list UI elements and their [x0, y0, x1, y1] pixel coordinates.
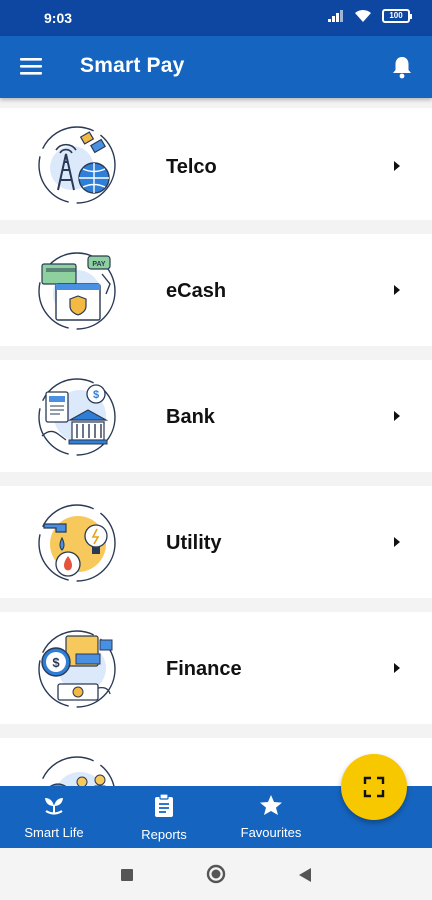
wifi-icon — [355, 9, 371, 22]
scan-button[interactable] — [341, 754, 407, 820]
pay-badge-text: PAY — [92, 261, 106, 268]
chevron-right-icon — [394, 411, 400, 421]
category-telco[interactable]: Telco — [0, 108, 432, 220]
nav-smart-life[interactable]: Smart Life — [22, 794, 86, 840]
utility-services-icon — [38, 504, 116, 582]
scan-icon — [363, 776, 385, 798]
category-label: Bank — [166, 406, 215, 428]
circle-icon — [206, 864, 226, 884]
chevron-right-icon — [394, 663, 400, 673]
svg-text:$: $ — [93, 389, 99, 401]
status-time: 9:03 — [44, 10, 73, 26]
signal-icon — [328, 10, 343, 22]
page-title: Smart Pay — [80, 54, 185, 77]
square-icon — [121, 869, 133, 881]
chevron-right-icon — [394, 285, 400, 295]
insurance-family-icon — [39, 756, 115, 786]
chevron-right-icon — [394, 161, 400, 171]
clipboard-icon — [155, 793, 173, 817]
menu-button[interactable] — [16, 53, 46, 81]
category-bank[interactable]: $ Bank — [0, 360, 432, 472]
recents-button[interactable] — [120, 868, 134, 887]
status-icons: 100 — [328, 9, 412, 23]
app-bar: Smart Pay — [0, 36, 432, 98]
category-utility[interactable]: Utility — [0, 486, 432, 598]
category-finance[interactable]: $ Finance — [0, 612, 432, 724]
nav-label: Smart Life — [24, 825, 84, 840]
svg-text:$: $ — [52, 655, 60, 670]
bank-building-icon: $ — [38, 378, 116, 456]
finance-money-icon: $ — [38, 630, 116, 708]
star-icon — [260, 795, 282, 815]
category-label: Finance — [166, 658, 242, 680]
category-list: Telco PAY eCash $ Bank Utility $ Finance — [0, 98, 432, 786]
triangle-back-icon — [299, 868, 311, 882]
category-label: eCash — [166, 280, 227, 302]
bell-icon — [393, 57, 411, 79]
nav-label: Reports — [141, 827, 187, 842]
system-nav-bar — [0, 848, 432, 900]
home-button[interactable] — [206, 864, 226, 889]
hamburger-icon — [20, 58, 42, 75]
category-label: Utility — [166, 532, 222, 554]
telco-tower-icon — [38, 126, 116, 204]
category-ecash[interactable]: PAY eCash — [0, 234, 432, 346]
plant-icon — [45, 798, 63, 815]
nav-favourites[interactable]: Favourites — [236, 794, 306, 840]
nav-label: Favourites — [240, 825, 302, 840]
battery-icon: 100 — [382, 9, 412, 23]
back-button[interactable] — [298, 867, 312, 888]
status-bar: 9:03 100 — [0, 0, 432, 36]
category-label: Telco — [166, 156, 217, 178]
chevron-right-icon — [394, 537, 400, 547]
ecash-wallet-icon: PAY — [38, 252, 116, 330]
notifications-button[interactable] — [388, 53, 416, 81]
nav-reports[interactable]: Reports — [136, 793, 192, 842]
